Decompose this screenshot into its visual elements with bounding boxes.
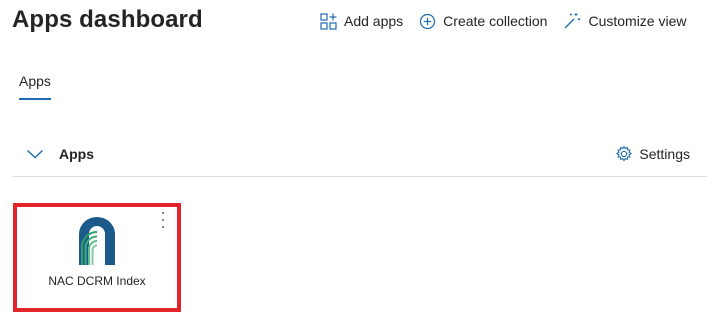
settings-label: Settings: [639, 146, 690, 162]
customize-view-button[interactable]: Customize view: [563, 12, 686, 30]
app-tile[interactable]: NAC DCRM Index: [13, 203, 181, 312]
toolbar: Add apps Create collection Customize vie…: [320, 11, 702, 31]
add-grid-icon: [320, 12, 337, 30]
chevron-down-icon: [27, 149, 43, 159]
create-collection-label: Create collection: [443, 13, 548, 29]
more-options-icon[interactable]: [159, 212, 167, 228]
apps-section-header: Apps Settings: [12, 140, 707, 177]
tab-bar: Apps: [19, 73, 51, 100]
apps-section-toggle[interactable]: Apps: [26, 146, 94, 162]
add-circle-icon: [420, 13, 436, 29]
add-apps-button[interactable]: Add apps: [320, 12, 404, 30]
arch-logo-icon: [79, 217, 115, 265]
tab-apps[interactable]: Apps: [19, 73, 51, 100]
apps-section-title: Apps: [59, 146, 94, 162]
customize-view-label: Customize view: [588, 13, 687, 29]
magic-wand-icon: [564, 13, 581, 29]
add-apps-label: Add apps: [344, 13, 404, 29]
page-title: Apps dashboard: [12, 6, 203, 33]
create-collection-button[interactable]: Create collection: [419, 13, 547, 30]
app-name: NAC DCRM Index: [48, 274, 146, 288]
apps-dashboard-page: Apps dashboard Add apps Create collectio…: [0, 0, 719, 333]
gear-icon: [616, 145, 633, 162]
settings-button[interactable]: Settings: [615, 145, 690, 163]
